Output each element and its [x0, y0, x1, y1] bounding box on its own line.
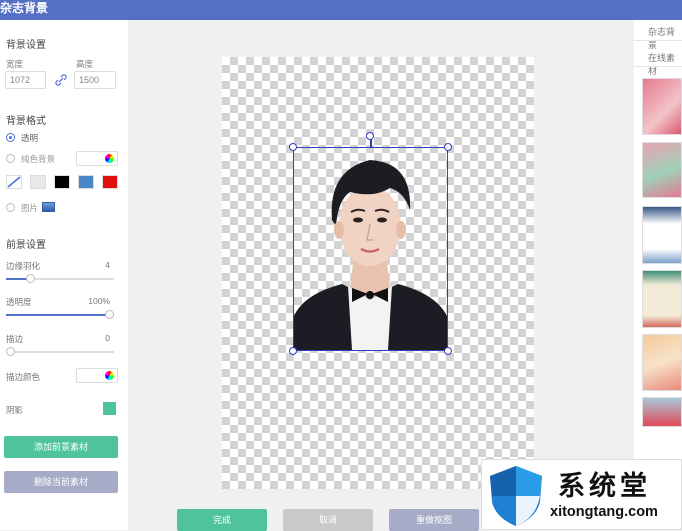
- solid-color-picker[interactable]: [76, 151, 118, 166]
- radio-transparent[interactable]: [6, 133, 15, 142]
- divider: [634, 66, 682, 67]
- swatch-gray[interactable]: [30, 175, 46, 189]
- height-input[interactable]: 1500: [74, 71, 116, 89]
- link-icon[interactable]: [53, 72, 69, 88]
- opacity-slider-knob[interactable]: [105, 310, 114, 319]
- window-title: 杂志背景: [0, 1, 49, 15]
- add-foreground-button[interactable]: 添加前景素材: [4, 436, 118, 458]
- shield-logo-icon: [490, 466, 542, 526]
- resize-handle-top-right[interactable]: [444, 143, 452, 151]
- swatch-none[interactable]: [6, 175, 22, 189]
- transparent-label: 透明: [21, 133, 39, 143]
- opacity-value: 100%: [88, 296, 110, 306]
- stroke-value: 0: [105, 333, 110, 343]
- stroke-color-label: 描边颜色: [6, 372, 41, 382]
- image-icon[interactable]: [42, 202, 55, 212]
- bg-settings-title: 背景设置: [6, 40, 46, 51]
- material-thumb-5[interactable]: [642, 334, 682, 391]
- shadow-toggle[interactable]: [103, 402, 116, 415]
- material-thumb-2[interactable]: [642, 142, 682, 198]
- rotate-handle[interactable]: [366, 132, 374, 140]
- radio-solid[interactable]: [6, 154, 15, 163]
- feather-label: 边缘羽化: [6, 261, 41, 271]
- settings-panel: 背景设置 宽度 高度 1072 1500 背景格式 透明 纯色背景 图片 前景设…: [0, 20, 128, 530]
- material-panel: 杂志背景 在线素材: [634, 20, 682, 530]
- opacity-slider[interactable]: [6, 310, 114, 319]
- feather-slider[interactable]: [6, 274, 114, 283]
- solid-label: 纯色背景: [21, 154, 56, 164]
- material-thumb-3[interactable]: [642, 206, 682, 264]
- resize-handle-bottom-right[interactable]: [444, 347, 452, 355]
- online-material-label[interactable]: 在线素材: [648, 51, 682, 77]
- feather-slider-knob[interactable]: [25, 274, 35, 283]
- done-button[interactable]: 完成: [177, 509, 267, 531]
- rotate-stem: [370, 139, 372, 148]
- watermark-brand: 系统堂: [558, 471, 651, 502]
- redo-cutout-button[interactable]: 重做抠图: [389, 509, 479, 531]
- shadow-label: 阴影: [6, 405, 24, 415]
- delete-foreground-button[interactable]: 删除当前素材: [4, 471, 118, 493]
- swatch-blue[interactable]: [78, 175, 94, 189]
- feather-value: 4: [105, 260, 110, 270]
- watermark: 系统堂 xitongtang.com: [481, 459, 682, 530]
- swatch-red[interactable]: [102, 175, 118, 189]
- radio-image[interactable]: [6, 203, 15, 212]
- fg-settings-title: 前景设置: [6, 240, 46, 251]
- cancel-button[interactable]: 取消: [283, 509, 373, 531]
- resize-handle-bottom-left[interactable]: [289, 347, 297, 355]
- color-wheel-icon: [105, 371, 114, 380]
- bg-format-title: 背景格式: [6, 116, 46, 127]
- watermark-url: xitongtang.com: [550, 504, 658, 520]
- divider: [634, 40, 682, 41]
- material-thumb-6[interactable]: [642, 397, 682, 427]
- color-wheel-icon: [105, 154, 114, 163]
- image-label: 图片: [21, 203, 39, 213]
- material-thumb-4[interactable]: [642, 270, 682, 328]
- stroke-label: 描边: [6, 334, 24, 344]
- resize-handle-top-left[interactable]: [289, 143, 297, 151]
- stroke-color-picker[interactable]: [76, 368, 118, 383]
- material-tab-title[interactable]: 杂志背景: [648, 25, 682, 51]
- width-input[interactable]: 1072: [5, 71, 46, 89]
- height-label: 高度: [76, 59, 94, 69]
- swatch-black[interactable]: [54, 175, 70, 189]
- stroke-slider-knob[interactable]: [6, 347, 15, 356]
- stroke-slider[interactable]: [6, 347, 114, 356]
- material-thumb-1[interactable]: [642, 78, 682, 135]
- selection-box[interactable]: [293, 147, 448, 351]
- width-label: 宽度: [6, 59, 24, 69]
- opacity-label: 透明度: [6, 297, 32, 307]
- title-bar: 杂志背景: [0, 0, 682, 20]
